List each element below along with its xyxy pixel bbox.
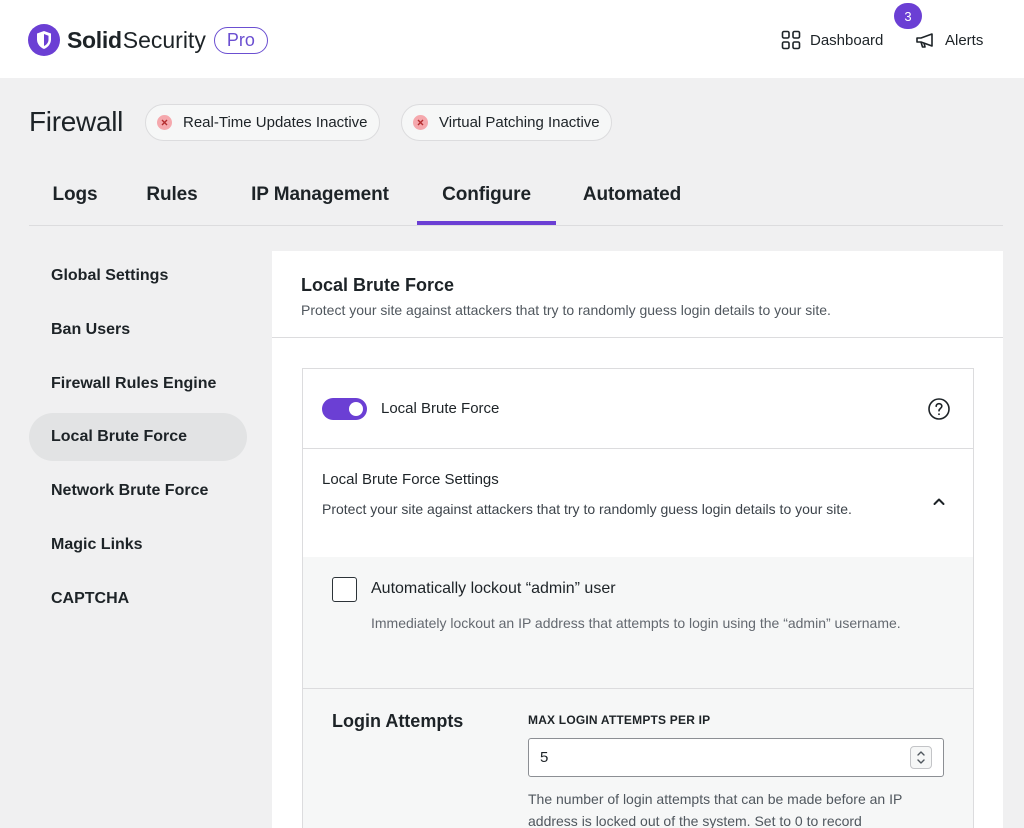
alerts-label: Alerts xyxy=(945,31,984,49)
question-circle-icon[interactable] xyxy=(927,397,951,421)
admin-lockout-option: Automatically lockout “admin” user Immed… xyxy=(303,557,973,689)
login-attempts-section: Login Attempts MAX LOGIN ATTEMPTS PER IP… xyxy=(303,689,973,828)
status-pill-realtime-updates[interactable]: Real-Time Updates Inactive xyxy=(145,104,380,141)
admin-lockout-description: Immediately lockout an IP address that a… xyxy=(371,615,901,631)
brand-name-light: Security xyxy=(122,26,206,53)
x-circle-icon xyxy=(157,115,172,130)
settings-section-description: Protect your site against attackers that… xyxy=(322,501,852,517)
max-login-attempts-input[interactable] xyxy=(528,738,944,777)
login-attempts-title: Login Attempts xyxy=(332,711,464,731)
settings-panel: Local Brute Force Protect your site agai… xyxy=(272,251,1003,828)
tab-bar: Logs Rules IP Management Configure Autom… xyxy=(29,175,1003,226)
alerts-count-badge: 3 xyxy=(894,3,922,29)
local-brute-force-card: Local Brute Force Local Brute Force Sett… xyxy=(302,368,974,828)
panel-header: Local Brute Force Protect your site agai… xyxy=(272,251,1003,338)
number-spinner[interactable] xyxy=(910,746,932,769)
dashboard-label: Dashboard xyxy=(810,31,884,49)
top-bar: Solid Security Pro Dashboard Alerts 3 xyxy=(0,0,1024,78)
admin-lockout-label[interactable]: Automatically lockout “admin” user xyxy=(371,580,616,598)
page-title: Firewall xyxy=(29,106,124,137)
module-toggle-row: Local Brute Force xyxy=(303,369,973,449)
local-brute-force-toggle[interactable] xyxy=(322,398,367,420)
tab-ip-management[interactable]: IP Management xyxy=(237,175,403,225)
tab-automated[interactable]: Automated xyxy=(569,175,695,225)
sidebar-item-local-brute-force[interactable]: Local Brute Force xyxy=(29,413,247,461)
sidebar-item-ban-users[interactable]: Ban Users xyxy=(29,306,247,354)
max-login-attempts-help: The number of login attempts that can be… xyxy=(528,791,903,828)
settings-section-title: Local Brute Force Settings xyxy=(322,471,499,488)
status-pill-label: Real-Time Updates Inactive xyxy=(183,114,368,131)
tab-logs[interactable]: Logs xyxy=(29,175,121,225)
status-pill-label: Virtual Patching Inactive xyxy=(439,114,600,131)
x-circle-icon xyxy=(413,115,428,130)
sidebar-item-captcha[interactable]: CAPTCHA xyxy=(29,575,247,623)
brand-name-strong: Solid xyxy=(67,26,122,53)
max-login-attempts-label: MAX LOGIN ATTEMPTS PER IP xyxy=(528,713,711,727)
toggle-knob xyxy=(349,402,363,416)
toggle-label: Local Brute Force xyxy=(381,400,500,417)
alerts-link[interactable]: Alerts xyxy=(915,28,983,52)
settings-section-header[interactable]: Local Brute Force Settings Protect your … xyxy=(303,449,973,557)
panel-title: Local Brute Force xyxy=(301,275,455,295)
sidebar-item-network-brute-force[interactable]: Network Brute Force xyxy=(29,467,247,515)
shield-logo-icon xyxy=(28,24,60,56)
brand-logo[interactable]: Solid Security Pro xyxy=(28,24,268,56)
pro-badge: Pro xyxy=(213,26,268,54)
tab-rules[interactable]: Rules xyxy=(129,175,215,225)
panel-description: Protect your site against attackers that… xyxy=(301,302,831,318)
admin-lockout-checkbox[interactable] xyxy=(332,577,357,602)
status-pill-virtual-patching[interactable]: Virtual Patching Inactive xyxy=(401,104,612,141)
grid-icon xyxy=(780,29,802,51)
spinner-arrows-icon xyxy=(917,751,925,764)
sidebar-item-firewall-rules-engine[interactable]: Firewall Rules Engine xyxy=(29,360,247,408)
dashboard-link[interactable]: Dashboard xyxy=(780,28,883,52)
chevron-up-icon[interactable] xyxy=(929,492,949,512)
sidebar-item-magic-links[interactable]: Magic Links xyxy=(29,521,247,569)
megaphone-icon xyxy=(915,29,937,51)
sidebar-item-global-settings[interactable]: Global Settings xyxy=(29,252,247,300)
tab-configure[interactable]: Configure xyxy=(417,175,556,225)
